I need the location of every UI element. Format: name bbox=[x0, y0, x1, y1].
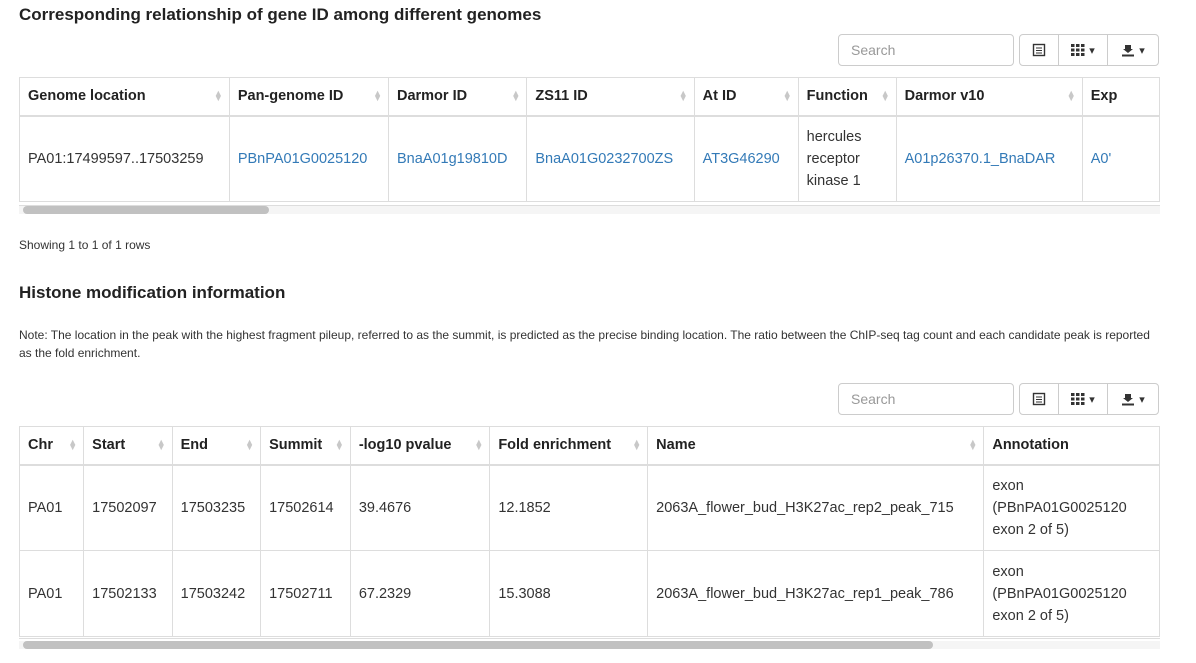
sort-icon[interactable]: ▲ ▼ bbox=[373, 89, 382, 103]
start-cell: 17502097 bbox=[83, 464, 173, 551]
zs11-id-link[interactable]: BnaA01G0232700ZS bbox=[526, 115, 695, 202]
download-icon bbox=[1122, 394, 1135, 406]
annotation-cell: exon (PBnPA01G0025120 exon 2 of 5) bbox=[983, 464, 1160, 551]
pan-genome-id-link[interactable]: PBnPA01G0025120 bbox=[228, 115, 389, 202]
col-log10-pvalue[interactable]: -log10 pvalue ▲ ▼ bbox=[349, 426, 491, 466]
sort-icon[interactable]: ▲ ▼ bbox=[1067, 89, 1076, 103]
col-fold-enrichment[interactable]: Fold enrichment ▲ ▼ bbox=[489, 426, 649, 466]
fold-cell: 15.3088 bbox=[489, 550, 649, 637]
sort-icon[interactable]: ▲ ▼ bbox=[679, 89, 688, 103]
genome-location-cell: PA01:17499597..17503259 bbox=[19, 115, 230, 202]
name-cell: 2063A_flower_bud_H3K27ac_rep2_peak_715 bbox=[647, 464, 985, 551]
section2-title: Histone modification information bbox=[19, 283, 286, 302]
sort-icon[interactable]: ▲ ▼ bbox=[632, 438, 641, 452]
columns-button[interactable]: ▾ bbox=[1058, 34, 1108, 66]
col-end[interactable]: End ▲ ▼ bbox=[171, 426, 262, 466]
col-darmor-id[interactable]: Darmor ID ▲ ▼ bbox=[387, 77, 528, 117]
chr-cell: PA01 bbox=[19, 550, 85, 637]
darmor-id-link[interactable]: BnaA01g19810D bbox=[387, 115, 528, 202]
col-darmor-v10[interactable]: Darmor v10 ▲ ▼ bbox=[895, 77, 1083, 117]
sort-icon[interactable]: ▲ ▼ bbox=[474, 438, 483, 452]
scrollbar-thumb[interactable] bbox=[23, 641, 933, 649]
sort-icon[interactable]: ▲ ▼ bbox=[245, 438, 254, 452]
exp-link[interactable]: A0' bbox=[1081, 115, 1160, 202]
col-chr[interactable]: Chr ▲ ▼ bbox=[19, 426, 85, 466]
section1-title: Corresponding relationship of gene ID am… bbox=[19, 5, 542, 24]
list-icon bbox=[1032, 43, 1046, 57]
pagination-info: Showing 1 to 1 of 1 rows bbox=[19, 238, 151, 252]
download-icon bbox=[1122, 45, 1135, 57]
col-genome-location[interactable]: Genome location ▲ ▼ bbox=[19, 77, 230, 117]
note-text: Note: The location in the peak with the … bbox=[19, 328, 1150, 360]
col-annotation[interactable]: Annotation bbox=[983, 426, 1160, 466]
at-id-link[interactable]: AT3G46290 bbox=[693, 115, 799, 202]
grid-icon bbox=[1071, 44, 1085, 56]
col-function[interactable]: Function ▲ ▼ bbox=[797, 77, 897, 117]
list-icon bbox=[1032, 392, 1046, 406]
summit-cell: 17502614 bbox=[260, 464, 351, 551]
columns-button[interactable]: ▾ bbox=[1058, 383, 1108, 415]
table-row: PA01:17499597..17503259 PBnPA01G0025120 … bbox=[19, 115, 1160, 202]
caret-down-icon: ▾ bbox=[1139, 44, 1145, 57]
summit-cell: 17502711 bbox=[260, 550, 351, 637]
toggle-view-button[interactable] bbox=[1019, 34, 1059, 66]
col-start[interactable]: Start ▲ ▼ bbox=[83, 426, 173, 466]
pvalue-cell: 67.2329 bbox=[349, 550, 491, 637]
toggle-view-button[interactable] bbox=[1019, 383, 1059, 415]
sort-icon[interactable]: ▲ ▼ bbox=[214, 89, 223, 103]
col-summit[interactable]: Summit ▲ ▼ bbox=[260, 426, 351, 466]
caret-down-icon: ▾ bbox=[1139, 393, 1145, 406]
darmor-v10-link[interactable]: A01p26370.1_BnaDAR bbox=[895, 115, 1083, 202]
function-cell: hercules receptor kinase 1 bbox=[797, 115, 897, 202]
grid-icon bbox=[1071, 393, 1085, 405]
search-input[interactable] bbox=[838, 34, 1014, 66]
sort-icon[interactable]: ▲ ▼ bbox=[157, 438, 166, 452]
sort-icon[interactable]: ▲ ▼ bbox=[968, 438, 977, 452]
col-pan-genome-id[interactable]: Pan-genome ID ▲ ▼ bbox=[228, 77, 389, 117]
col-name[interactable]: Name ▲ ▼ bbox=[647, 426, 985, 466]
col-zs11-id[interactable]: ZS11 ID ▲ ▼ bbox=[526, 77, 695, 117]
end-cell: 17503242 bbox=[171, 550, 262, 637]
sort-icon[interactable]: ▲ ▼ bbox=[335, 438, 344, 452]
sort-icon[interactable]: ▲ ▼ bbox=[881, 89, 890, 103]
table-row: PA01 17502133 17503242 17502711 67.2329 … bbox=[19, 550, 1160, 637]
end-cell: 17503235 bbox=[171, 464, 262, 551]
table-row: PA01 17502097 17503235 17502614 39.4676 … bbox=[19, 464, 1160, 551]
scrollbar-thumb[interactable] bbox=[23, 206, 269, 214]
sort-icon[interactable]: ▲ ▼ bbox=[783, 89, 792, 103]
export-button[interactable]: ▾ bbox=[1107, 34, 1159, 66]
chr-cell: PA01 bbox=[19, 464, 85, 551]
annotation-cell: exon (PBnPA01G0025120 exon 2 of 5) bbox=[983, 550, 1160, 637]
gene-id-table: Genome location ▲ ▼ Pan-genome ID ▲ ▼ Darmor… bbox=[19, 77, 1160, 206]
col-at-id[interactable]: At ID ▲ ▼ bbox=[693, 77, 799, 117]
sort-icon[interactable]: ▲ ▼ bbox=[68, 438, 77, 452]
histone-table: Chr ▲ ▼ Start ▲ ▼ End ▲ ▼ Summit ▲ ▼ -log10 pval… bbox=[19, 426, 1160, 639]
pvalue-cell: 39.4676 bbox=[349, 464, 491, 551]
start-cell: 17502133 bbox=[83, 550, 173, 637]
name-cell: 2063A_flower_bud_H3K27ac_rep1_peak_786 bbox=[647, 550, 985, 637]
caret-down-icon: ▾ bbox=[1089, 44, 1095, 57]
export-button[interactable]: ▾ bbox=[1107, 383, 1159, 415]
fold-cell: 12.1852 bbox=[489, 464, 649, 551]
search-input[interactable] bbox=[838, 383, 1014, 415]
sort-icon[interactable]: ▲ ▼ bbox=[511, 89, 520, 103]
caret-down-icon: ▾ bbox=[1089, 393, 1095, 406]
col-exp[interactable]: Exp bbox=[1081, 77, 1160, 117]
